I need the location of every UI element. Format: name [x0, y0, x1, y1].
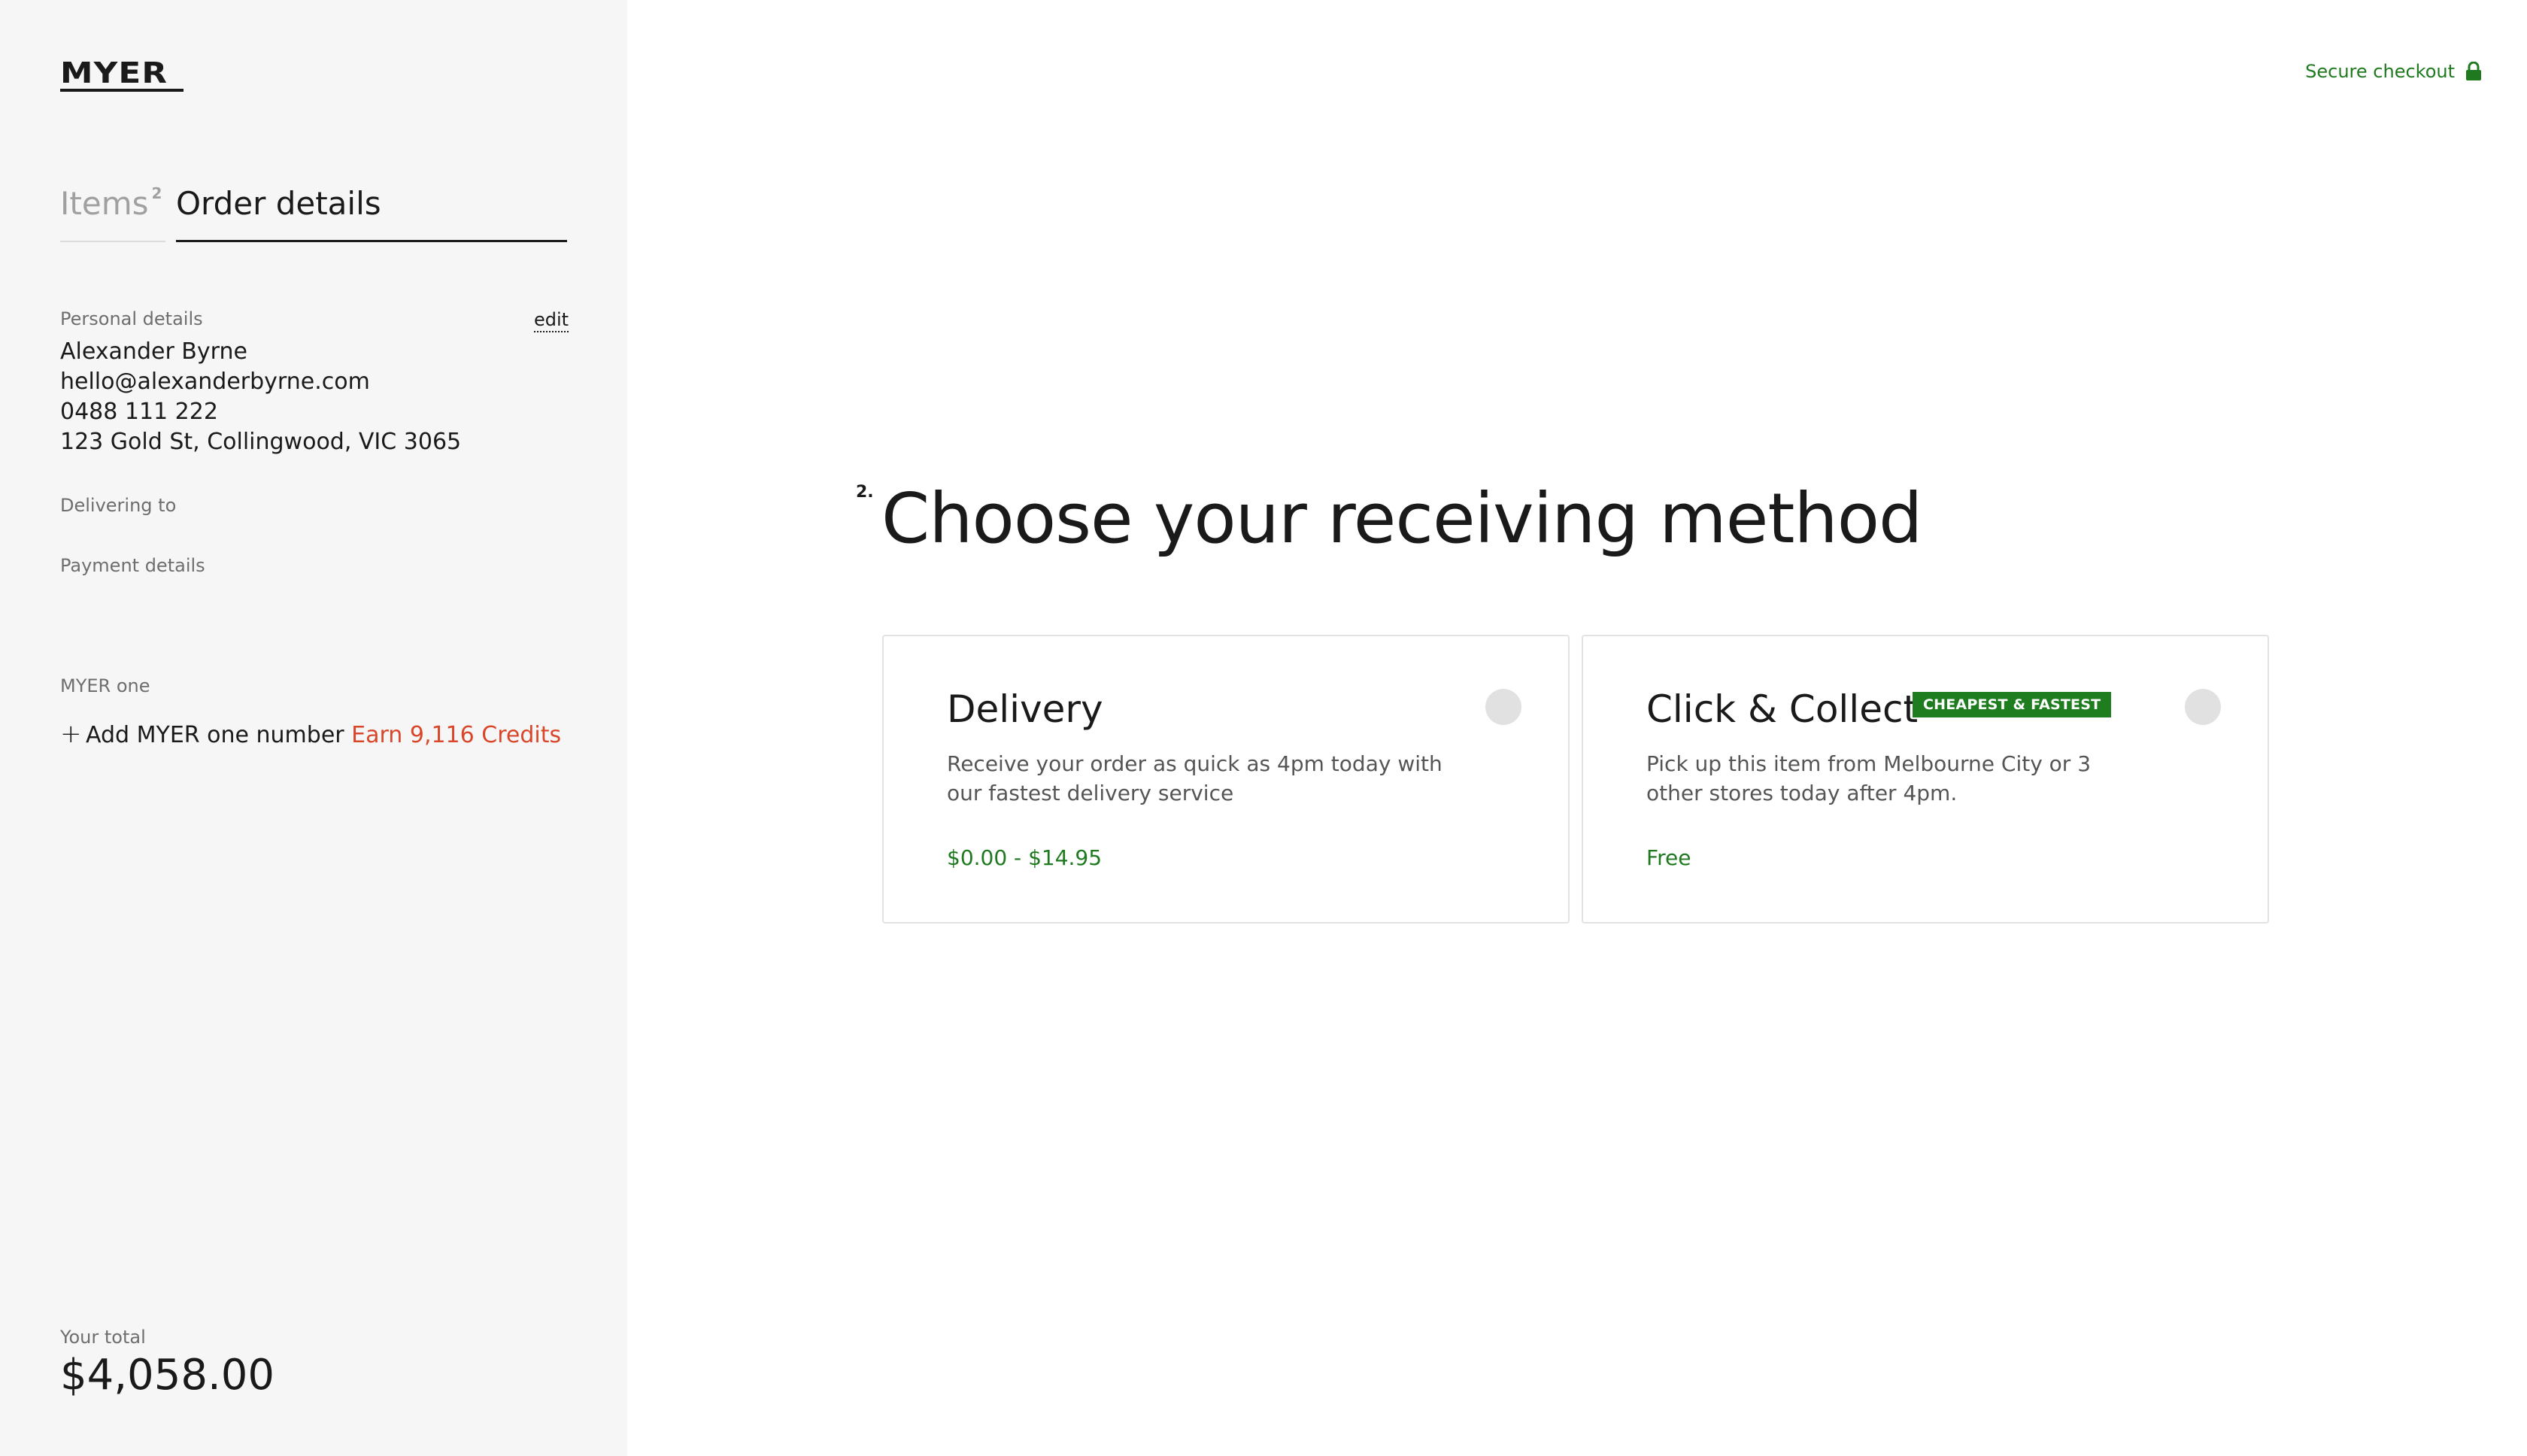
secure-checkout-indicator: Secure checkout [2305, 59, 2482, 84]
sidebar-tabs: Items 2 Order details [60, 184, 567, 242]
delivering-to-label: Delivering to [60, 495, 177, 516]
delivery-title: Delivery [947, 687, 1103, 731]
tab-order-details[interactable]: Order details [176, 185, 567, 242]
logo-text: MYER [60, 56, 168, 89]
total-label: Your total [60, 1327, 146, 1348]
payment-details-label: Payment details [60, 555, 205, 576]
personal-details-label: Personal details [60, 308, 203, 329]
tab-items-label: Items [60, 185, 149, 222]
edit-personal-details-link[interactable]: edit [534, 308, 569, 332]
delivery-description: Receive your order as quick as 4pm today… [947, 751, 1442, 805]
delivery-option-card[interactable]: Delivery Receive your order as quick as … [882, 635, 1570, 924]
page-title: Choose your receiving method [881, 478, 1922, 559]
add-myer-one-text: Add MYER one number [86, 722, 344, 748]
click-collect-description: Pick up this item from Melbourne City or… [1646, 751, 2092, 805]
customer-name: Alexander Byrne [60, 338, 247, 365]
logo-underline [60, 89, 184, 92]
myer-logo[interactable]: MYER [60, 59, 184, 93]
checkout-page: MYER Items 2 Order details Personal detai… [0, 0, 2527, 1456]
customer-address: 123 Gold St, Collingwood, VIC 3065 [60, 429, 462, 455]
plus-icon: + [60, 719, 82, 749]
step-number: 2. [856, 483, 874, 502]
secure-checkout-label: Secure checkout [2305, 61, 2455, 82]
delivery-radio[interactable] [1485, 689, 1521, 725]
lock-icon [2466, 62, 2481, 80]
cheapest-fastest-badge: CHEAPEST & FASTEST [1913, 692, 2112, 717]
tab-items-count: 2 [151, 184, 162, 202]
delivery-price: $0.00 - $14.95 [947, 845, 1103, 870]
tab-items[interactable]: Items 2 [60, 184, 165, 242]
click-collect-radio[interactable] [2185, 689, 2221, 725]
click-collect-option-card[interactable]: Click & Collect CHEAPEST & FASTEST Pick … [1582, 635, 2269, 924]
click-collect-price: Free [1646, 845, 1691, 870]
customer-phone: 0488 111 222 [60, 399, 218, 425]
add-myer-one-button[interactable]: + Add MYER one number Earn 9,116 Credits [60, 719, 561, 749]
total-value: $4,058.00 [60, 1351, 275, 1400]
click-collect-title: Click & Collect [1646, 687, 1919, 731]
customer-email: hello@alexanderbyrne.com [60, 369, 370, 395]
tab-order-details-label: Order details [176, 185, 381, 222]
earn-credits-text: Earn 9,116 Credits [351, 722, 562, 748]
myer-one-label: MYER one [60, 675, 150, 696]
order-summary-sidebar: MYER Items 2 Order details Personal detai… [0, 0, 627, 1456]
